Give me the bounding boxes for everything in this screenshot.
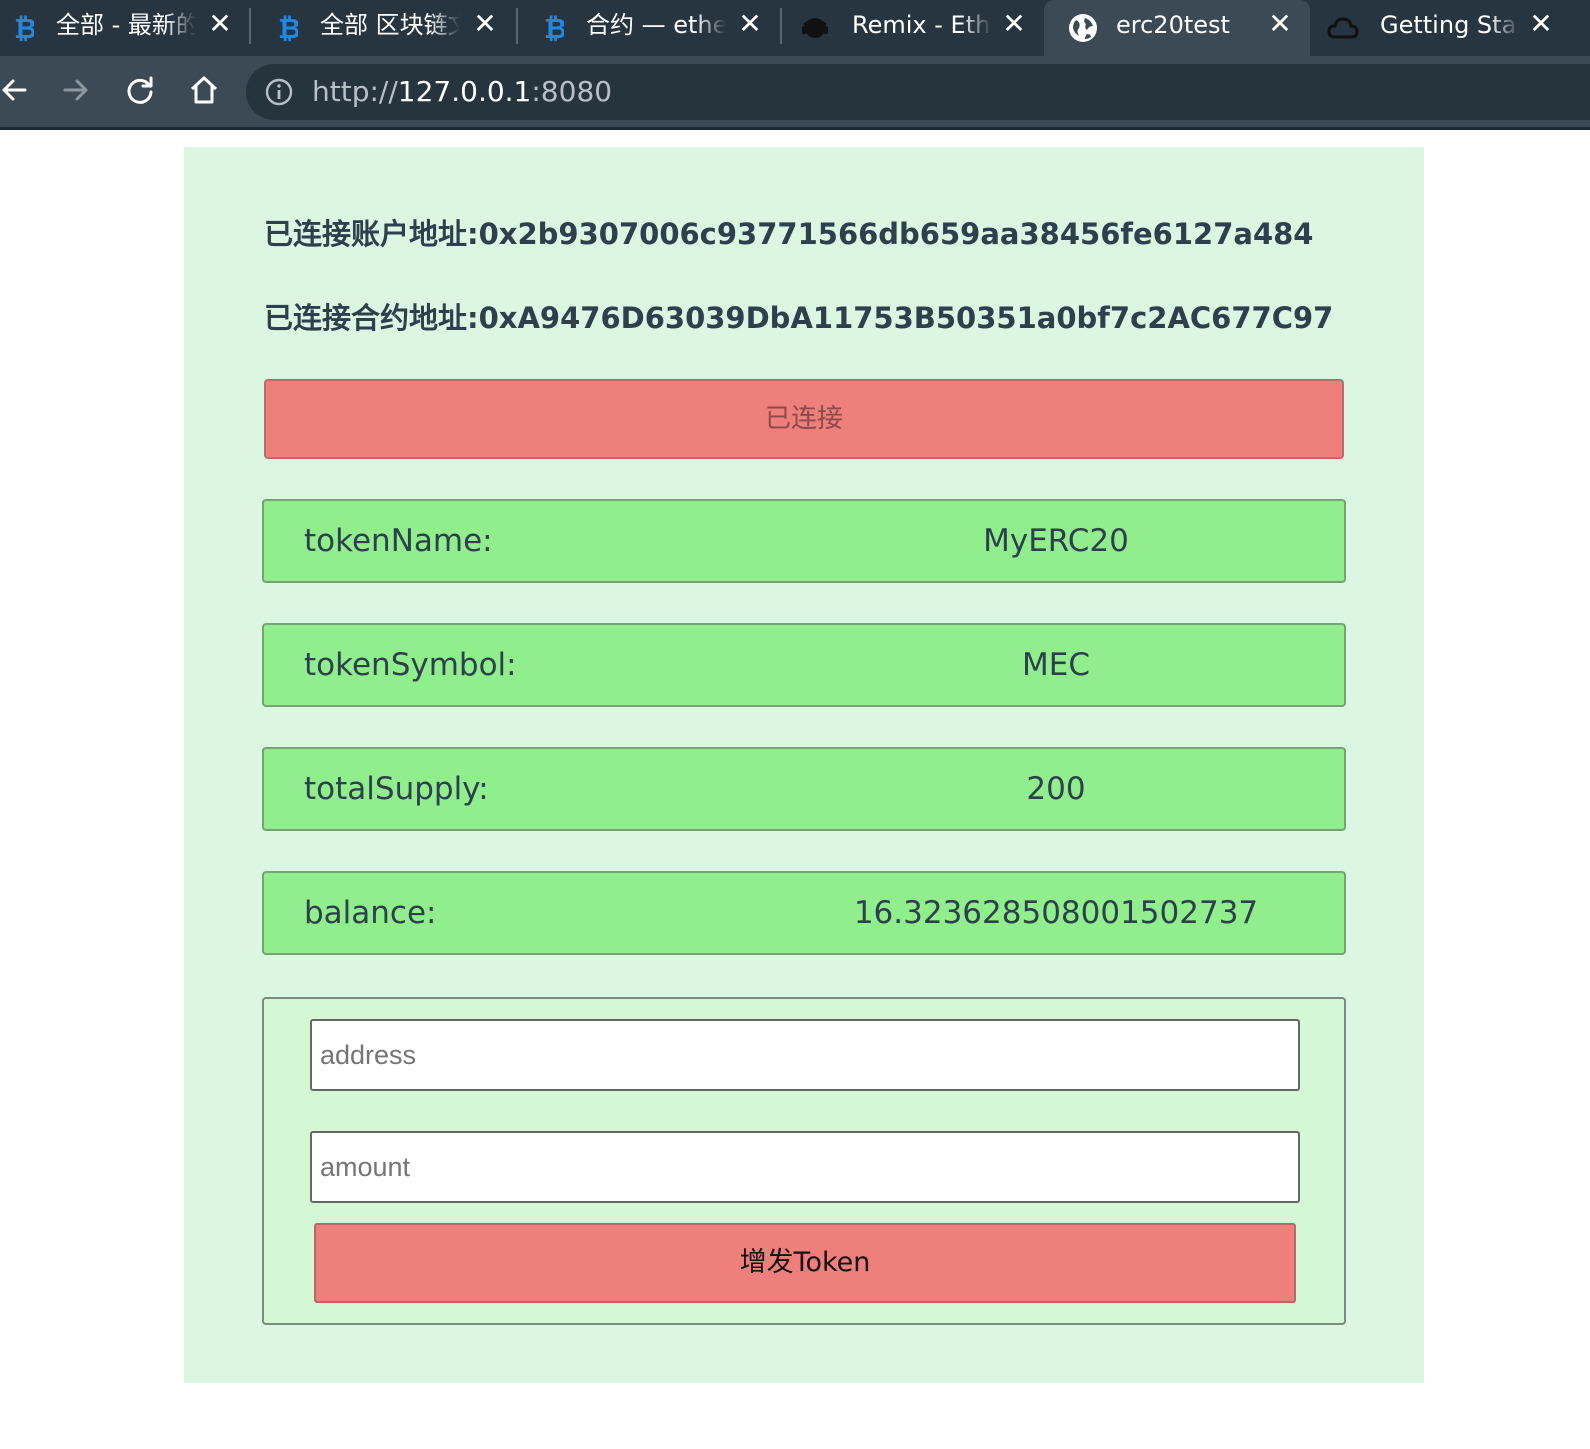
remix-icon (798, 11, 832, 45)
tab-title: Getting Star (1380, 11, 1520, 39)
browser-tab-bar: ₿ 全部 - 最新的 ✕ ₿ 全部 区块链文 ✕ ₿ 合约 — ethe ✕ R… (0, 0, 1590, 56)
mint-token-button[interactable]: 增发Token (314, 1223, 1296, 1303)
svg-text:₿: ₿ (544, 13, 564, 43)
amount-input[interactable] (310, 1131, 1300, 1203)
address-input[interactable] (310, 1019, 1300, 1091)
tab-title: 合约 — ethe (586, 11, 726, 39)
connected-contract: 已连接合约地址:0xA9476D63039DbA11753B50351a0bf7… (264, 295, 1333, 337)
close-icon[interactable]: ✕ (999, 0, 1029, 50)
reload-button[interactable] (118, 68, 162, 112)
browser-toolbar: http://127.0.0.1:8080 (0, 56, 1590, 130)
mint-form: 增发Token (262, 997, 1346, 1325)
browser-tab-6[interactable]: Getting Star ✕ (1314, 0, 1590, 56)
tab-separator (249, 8, 251, 44)
browser-tab-5[interactable]: erc20test ✕ (1044, 0, 1310, 56)
svg-text:₿: ₿ (14, 13, 34, 43)
token-name-field: tokenName: MyERC20 (262, 499, 1346, 583)
field-label: tokenName: (304, 523, 493, 559)
field-label: tokenSymbol: (304, 647, 517, 683)
close-icon[interactable]: ✕ (470, 0, 500, 50)
close-icon[interactable]: ✕ (1526, 0, 1556, 50)
bitcoin-icon: ₿ (270, 11, 304, 45)
info-icon (265, 78, 293, 106)
cloud-icon (1326, 11, 1360, 45)
url-text: http://127.0.0.1:8080 (312, 64, 612, 120)
bitcoin-icon: ₿ (6, 11, 40, 45)
bitcoin-icon: ₿ (536, 11, 570, 45)
close-icon[interactable]: ✕ (735, 0, 765, 50)
url-port: :8080 (531, 75, 613, 108)
browser-tab-4[interactable]: Remix - Ethe ✕ (796, 0, 1046, 56)
balance-field: balance: 16.323628508001502737 (262, 871, 1346, 955)
tab-title: 全部 区块链文 (320, 11, 460, 39)
reload-icon (127, 76, 153, 104)
globe-icon (1066, 11, 1100, 45)
connected-account: 已连接账户地址:0x2b9307006c93771566db659aa38456… (264, 211, 1313, 253)
field-label: balance: (304, 895, 437, 931)
forward-button[interactable] (54, 68, 98, 112)
close-icon[interactable]: ✕ (205, 0, 235, 50)
tab-separator (780, 8, 782, 44)
tab-title: Remix - Ethe (852, 11, 992, 39)
token-symbol-field: tokenSymbol: MEC (262, 623, 1346, 707)
tab-title: 全部 - 最新的 (56, 11, 196, 39)
browser-tab-1[interactable]: ₿ 全部 - 最新的 ✕ (0, 0, 250, 56)
field-value: MEC (1022, 647, 1090, 683)
field-value: 16.323628508001502737 (853, 895, 1259, 931)
tab-title: erc20test (1116, 11, 1230, 39)
tab-separator (516, 8, 518, 44)
back-button[interactable] (0, 68, 36, 112)
url-scheme: http:// (312, 75, 398, 108)
contract-address: 0xA9476D63039DbA11753B50351a0bf7c2AC677C… (478, 301, 1334, 335)
browser-tab-2[interactable]: ₿ 全部 区块链文 ✕ (264, 0, 514, 56)
total-supply-field: totalSupply: 200 (262, 747, 1346, 831)
main-panel: 已连接账户地址:0x2b9307006c93771566db659aa38456… (184, 147, 1424, 1383)
field-label: totalSupply: (304, 771, 489, 807)
field-value: 200 (1026, 771, 1086, 807)
url-host: 127.0.0.1 (397, 75, 532, 108)
svg-text:₿: ₿ (278, 13, 298, 43)
field-value: MyERC20 (983, 523, 1129, 559)
arrow-right-icon (63, 79, 88, 101)
close-icon[interactable]: ✕ (1265, 0, 1295, 50)
address-bar[interactable]: http://127.0.0.1:8080 (246, 64, 1590, 120)
connect-button[interactable]: 已连接 (264, 379, 1344, 459)
browser-tab-3[interactable]: ₿ 合约 — ethe ✕ (530, 0, 780, 56)
contract-label: 已连接合约地址: (264, 301, 479, 335)
arrow-left-icon (2, 79, 27, 101)
home-button[interactable] (182, 68, 226, 112)
account-address: 0x2b9307006c93771566db659aa38456fe6127a4… (478, 217, 1314, 251)
home-icon (190, 76, 218, 104)
account-label: 已连接账户地址: (264, 217, 479, 251)
